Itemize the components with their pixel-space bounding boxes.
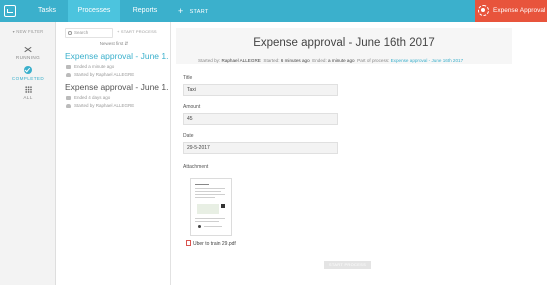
thumb-map: [197, 204, 219, 214]
list-item-ended: Ended 4 days ago: [65, 95, 169, 100]
thumb-line: [204, 226, 222, 227]
thumb-line: [195, 218, 225, 219]
attachment-label: Attachment: [183, 164, 209, 170]
gear-icon[interactable]: [478, 5, 489, 16]
thumb-line: [195, 197, 215, 198]
page-title: Expense approval - June 16th 2017: [253, 37, 435, 49]
tab-reports[interactable]: Reports: [120, 0, 170, 22]
calendar-icon: [66, 95, 71, 100]
sort-selector[interactable]: Newest first ⇵: [57, 41, 171, 47]
list-item-title: Expense approval - June 1...: [65, 82, 169, 92]
tab-tasks[interactable]: Tasks: [22, 0, 72, 22]
list-item-started-by: Started by Raphael ALLEGRE: [65, 103, 169, 108]
start-button-label: START: [189, 9, 209, 15]
calendar-icon: [66, 64, 71, 69]
new-filter-label: NEW FILTER: [16, 29, 44, 34]
process-detail: Expense approval - June 16th 2017 Starte…: [172, 22, 547, 285]
filter-all[interactable]: ALL: [0, 86, 56, 100]
ended-value: a minute ago: [328, 58, 355, 63]
started-by-label: Started by:: [198, 58, 221, 63]
date-label: Date: [183, 133, 194, 139]
ended-label: Ended:: [312, 58, 327, 63]
shuffle-icon: [24, 46, 32, 53]
thumb-line: [195, 188, 225, 189]
started-by-value: Raphael ALLEGRE: [221, 58, 261, 63]
process-header: Expense approval - June 16th 2017 Starte…: [176, 28, 512, 64]
new-filter-button[interactable]: ▾ NEW FILTER: [0, 29, 56, 34]
attachment-filename: Uber to train 29.pdf: [193, 241, 236, 247]
start-process-link-label: START PROCESS: [120, 29, 157, 34]
search-icon: [68, 31, 72, 35]
thumb-block: [221, 204, 225, 208]
thumb-line: [195, 184, 209, 185]
ended-text: Ended 4 days ago: [74, 95, 111, 100]
date-field[interactable]: 29-5-2017: [183, 142, 338, 154]
filter-running[interactable]: RUNNING: [0, 46, 56, 60]
process-meta: Started by: Raphael ALLEGRE Started: 6 m…: [198, 58, 463, 63]
pdf-icon: [186, 240, 191, 246]
process-list: Search + START PROCESS Newest first ⇵ Ex…: [57, 22, 171, 285]
app-logo-icon[interactable]: [4, 5, 16, 17]
search-placeholder: Search: [74, 30, 89, 35]
filter-running-label: RUNNING: [15, 55, 41, 60]
thumb-dot: [198, 225, 201, 228]
started-label: Started:: [263, 58, 280, 63]
plus-icon: +: [178, 6, 184, 16]
start-process-button[interactable]: START PROCESS: [324, 261, 371, 269]
grid-icon: [24, 86, 32, 93]
thumb-line: [195, 221, 219, 222]
thumb-line: [195, 191, 221, 192]
sort-label: Newest first: [99, 41, 124, 46]
started-value: 6 minutes ago: [280, 58, 310, 63]
attachment-link[interactable]: Uber to train 29.pdf: [186, 240, 236, 247]
ended-text: Ended a minute ago: [74, 64, 115, 69]
list-item[interactable]: Expense approval - June 1... Ended 4 day…: [65, 82, 169, 108]
list-item-started-by: Started by Raphael ALLEGRE: [65, 72, 169, 77]
thumb-line: [195, 194, 225, 195]
amount-field[interactable]: 45: [183, 113, 338, 125]
list-item-title: Expense approval - June 1...: [65, 51, 169, 61]
top-nav-bar: Tasks Processes Reports + START Expense A…: [0, 0, 547, 22]
filter-all-label: ALL: [23, 95, 33, 100]
list-item-ended: Ended a minute ago: [65, 64, 169, 69]
part-of-link[interactable]: Expense approval - June 16th 2017: [391, 58, 464, 63]
title-label: Title: [183, 75, 193, 81]
search-input[interactable]: Search: [65, 28, 113, 38]
start-process-link[interactable]: + START PROCESS: [117, 29, 157, 34]
sort-icon: ⇵: [124, 41, 129, 46]
start-button[interactable]: + START: [178, 0, 209, 22]
user-icon: [66, 72, 71, 77]
started-by-text: Started by Raphael ALLEGRE: [74, 103, 135, 108]
attachment-thumbnail[interactable]: [190, 178, 232, 236]
started-by-text: Started by Raphael ALLEGRE: [74, 72, 135, 77]
list-item[interactable]: Expense approval - June 1... Ended a min…: [65, 51, 169, 77]
amount-label: Amount: [183, 104, 201, 110]
filter-sidebar: ▾ NEW FILTER RUNNING COMPLETED ALL: [0, 22, 56, 285]
filter-completed[interactable]: COMPLETED: [0, 66, 56, 81]
part-of-label: Part of process:: [357, 58, 390, 63]
title-field[interactable]: Taxi: [183, 84, 338, 96]
filter-completed-label: COMPLETED: [11, 76, 45, 81]
tab-processes[interactable]: Processes: [68, 0, 120, 22]
check-circle-icon: [24, 66, 32, 74]
user-icon: [66, 103, 71, 108]
